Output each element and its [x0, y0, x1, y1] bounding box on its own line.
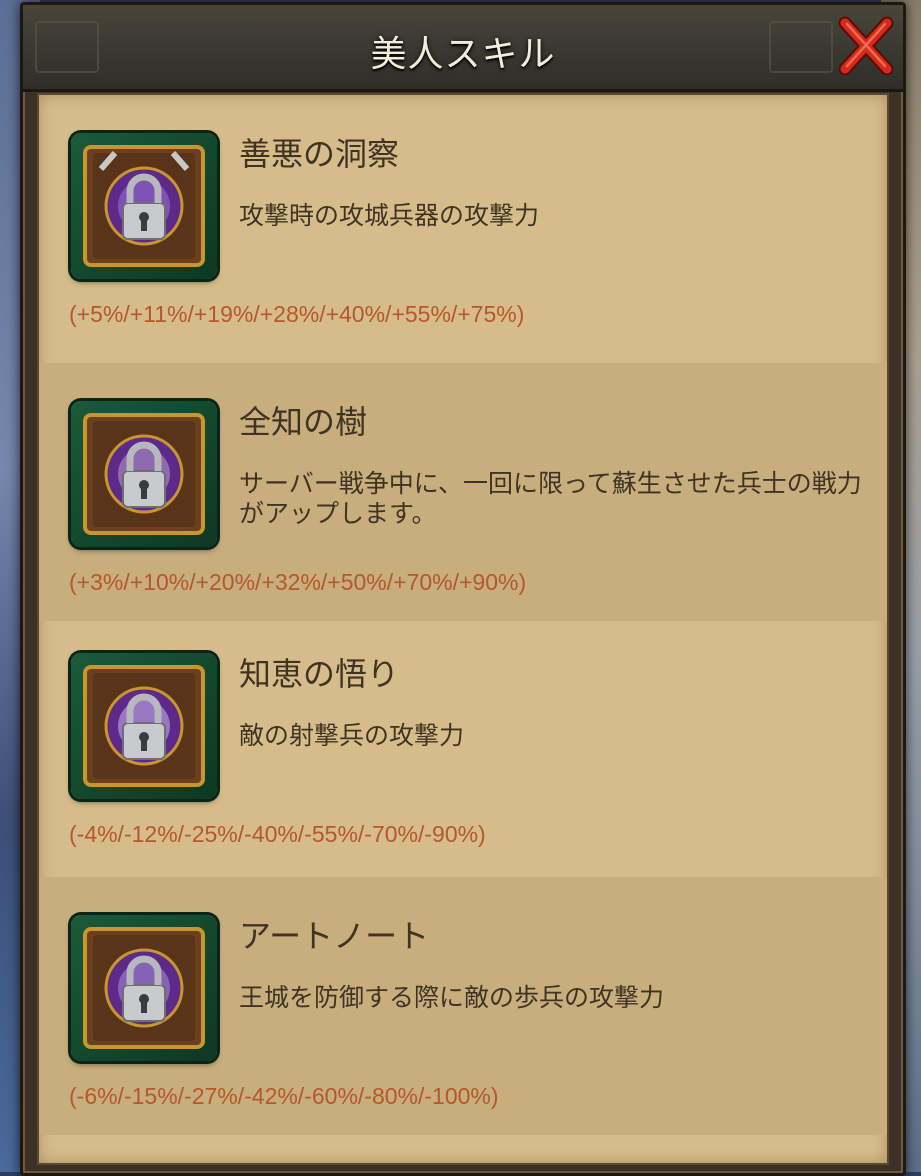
skill-values: (+5%/+11%/+19%/+28%/+40%/+55%/+75%)	[69, 301, 525, 327]
skill-row[interactable]: 善悪の洞察 攻撃時の攻城兵器の攻撃力 (+5%/+11%/+19%/+28%/+…	[39, 95, 887, 353]
skill-values: (-6%/-15%/-27%/-42%/-60%/-80%/-100%)	[69, 1083, 499, 1109]
skill-list[interactable]: 善悪の洞察 攻撃時の攻城兵器の攻撃力 (+5%/+11%/+19%/+28%/+…	[37, 93, 889, 1165]
skill-name: アートノート	[239, 917, 430, 955]
skill-description: 敵の射撃兵の攻撃力	[239, 721, 465, 750]
skill-values: (-4%/-12%/-25%/-40%/-55%/-70%/-90%)	[69, 821, 486, 847]
skill-description: 王城を防御する際に敵の歩兵の攻撃力	[239, 983, 665, 1012]
skill-description: サーバー戦争中に、一回に限って蘇生させた兵士の戦力がアップします。	[239, 469, 862, 528]
locked-skill-book-icon[interactable]	[71, 653, 217, 799]
skill-row[interactable]: 全知の樹 サーバー戦争中に、一回に限って蘇生させた兵士の戦力がアップします。 (…	[39, 363, 887, 621]
skill-row[interactable]: 知恵の悟り 敵の射撃兵の攻撃力 (-4%/-12%/-25%/-40%/-55%…	[39, 615, 887, 873]
locked-skill-book-icon[interactable]	[71, 401, 217, 547]
skill-name: 知恵の悟り	[239, 655, 400, 693]
skill-name: 善悪の洞察	[239, 135, 400, 173]
skill-description: 攻撃時の攻城兵器の攻撃力	[239, 201, 540, 230]
locked-skill-book-icon[interactable]	[71, 915, 217, 1061]
dialog-title: 美人スキル	[370, 34, 556, 75]
locked-skill-book-icon[interactable]	[71, 133, 217, 279]
title-bar: 美人スキル	[23, 5, 903, 92]
skill-row[interactable]: アートノート 王城を防御する際に敵の歩兵の攻撃力 (-6%/-15%/-27%/…	[39, 877, 887, 1135]
skill-values: (+3%/+10%/+20%/+32%/+50%/+70%/+90%)	[69, 569, 527, 595]
skill-name: 全知の樹	[239, 403, 368, 441]
close-button[interactable]	[835, 15, 895, 76]
close-x-icon	[838, 16, 894, 76]
skill-dialog: 美人スキル 善悪の洞察 攻撃時の攻城兵器の攻撃力 (+5%/+11%/+19%/…	[20, 2, 906, 1176]
